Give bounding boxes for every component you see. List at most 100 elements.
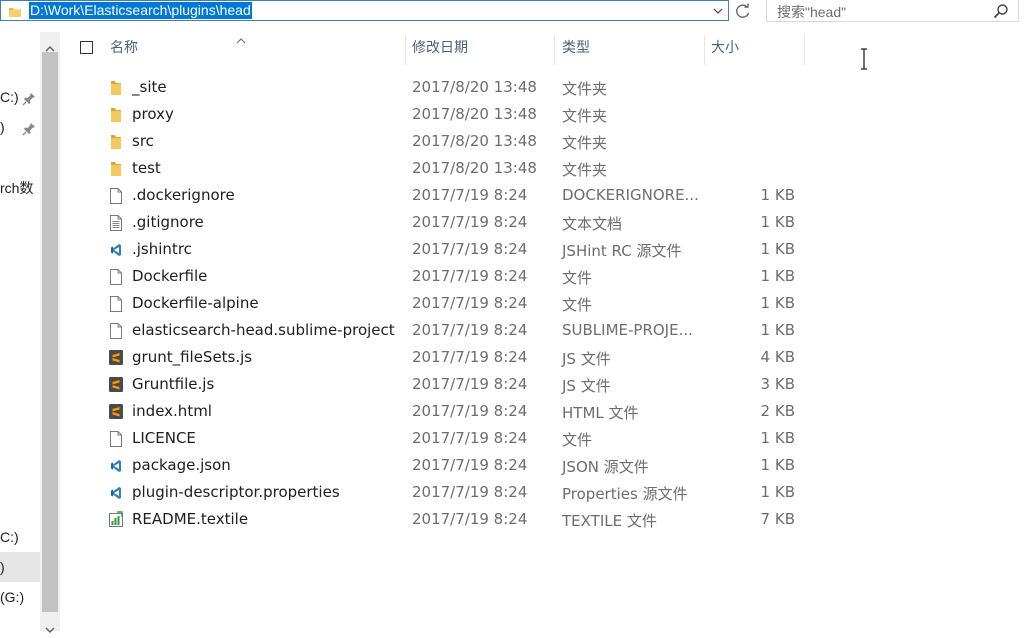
nav-selection-highlight [0, 552, 40, 582]
file-name: plugin-descriptor.properties [132, 483, 340, 501]
file-row[interactable]: package.json 2017/7/19 8:24 JSON 源文件 1 KB [100, 452, 805, 479]
address-path[interactable]: D:\Work\Elasticsearch\plugins\head [29, 2, 252, 19]
select-all-checkbox[interactable] [80, 41, 93, 54]
scroll-down-icon[interactable] [45, 619, 55, 638]
file-file-icon [108, 322, 124, 340]
file-date: 2017/7/19 8:24 [412, 240, 528, 258]
file-file-icon [108, 268, 124, 286]
file-size: 7 KB [760, 510, 795, 528]
pin-icon [22, 121, 36, 140]
column-divider[interactable] [554, 35, 555, 65]
search-placeholder: 搜索"head" [777, 4, 847, 20]
chevron-down-icon[interactable] [712, 3, 724, 22]
file-file-icon [108, 295, 124, 313]
textile-file-icon [108, 511, 124, 529]
folder-icon [8, 4, 22, 23]
file-row[interactable]: Gruntfile.js 2017/7/19 8:24 JS 文件 3 KB [100, 371, 805, 398]
file-name: grunt_fileSets.js [132, 348, 253, 366]
refresh-button[interactable] [733, 1, 753, 21]
search-box[interactable]: 搜索"head" [766, 0, 1019, 22]
file-row[interactable]: Dockerfile-alpine 2017/7/19 8:24 文件 1 KB [100, 290, 805, 317]
folder-icon [108, 106, 124, 124]
file-size: 3 KB [760, 375, 795, 393]
column-divider[interactable] [704, 35, 705, 65]
file-row[interactable]: .jshintrc 2017/7/19 8:24 JSHint RC 源文件 1 KB [100, 236, 805, 263]
sublime-file-icon [108, 349, 124, 367]
file-date: 2017/7/19 8:24 [412, 186, 528, 204]
file-type: 文件夹 [562, 107, 608, 125]
file-size: 4 KB [760, 348, 795, 366]
file-type: Properties 源文件 [562, 485, 688, 503]
file-row[interactable]: src 2017/8/20 13:48 文件夹 [100, 128, 805, 155]
file-type: SUBLIME-PROJE... [562, 321, 693, 339]
file-date: 2017/7/19 8:24 [412, 456, 528, 474]
vscode-file-icon [108, 457, 124, 475]
file-type: 文件夹 [562, 134, 608, 152]
file-row[interactable]: _site 2017/8/20 13:48 文件夹 [100, 74, 805, 101]
address-bar[interactable]: D:\Work\Elasticsearch\plugins\head [0, 0, 729, 21]
search-icon[interactable] [993, 3, 1009, 23]
file-date: 2017/7/19 8:24 [412, 510, 528, 528]
file-name: index.html [132, 402, 212, 420]
sublime-file-icon [108, 376, 124, 394]
file-size: 1 KB [760, 213, 795, 231]
file-size: 2 KB [760, 402, 795, 420]
file-type: 文件夹 [562, 80, 608, 98]
file-type: JS 文件 [562, 377, 611, 395]
file-type: HTML 文件 [562, 404, 639, 422]
file-row[interactable]: grunt_fileSets.js 2017/7/19 8:24 JS 文件 4 KB [100, 344, 805, 371]
file-row[interactable]: .dockerignore 2017/7/19 8:24 DOCKERIGNORE.… [100, 182, 805, 209]
file-type: JS 文件 [562, 350, 611, 368]
file-name: README.textile [132, 510, 249, 528]
column-divider[interactable] [405, 35, 406, 65]
nav-item-6[interactable]: (G:) [0, 589, 24, 605]
file-row[interactable]: Dockerfile 2017/7/19 8:24 文件 1 KB [100, 263, 805, 290]
file-name: LICENCE [132, 429, 196, 447]
folder-icon [108, 133, 124, 151]
file-row[interactable]: index.html 2017/7/19 8:24 HTML 文件 2 KB [100, 398, 805, 425]
file-row[interactable]: .gitignore 2017/7/19 8:24 文本文档 1 KB [100, 209, 805, 236]
file-type: 文件 [562, 269, 593, 287]
file-name: elasticsearch-head.sublime-project [132, 321, 395, 339]
file-row[interactable]: plugin-descriptor.properties 2017/7/19 8:… [100, 479, 805, 506]
scrollbar-thumb[interactable] [42, 52, 58, 612]
column-header-size[interactable]: 大小 [711, 35, 739, 65]
file-date: 2017/7/19 8:24 [412, 348, 528, 366]
file-type: 文件夹 [562, 161, 608, 179]
column-header-type[interactable]: 类型 [562, 35, 590, 65]
column-divider[interactable] [804, 35, 805, 65]
file-row[interactable]: LICENCE 2017/7/19 8:24 文件 1 KB [100, 425, 805, 452]
text-file-icon [108, 214, 124, 232]
nav-item-4[interactable]: C:) [0, 529, 19, 545]
file-size: 1 KB [760, 186, 795, 204]
folder-icon [108, 79, 124, 97]
nav-item-3[interactable]: rch数 [0, 178, 33, 198]
file-date: 2017/7/19 8:24 [412, 483, 528, 501]
file-size: 1 KB [760, 429, 795, 447]
nav-scrollbar[interactable] [40, 32, 60, 633]
file-date: 2017/7/19 8:24 [412, 213, 528, 231]
file-type: JSHint RC 源文件 [562, 242, 682, 260]
nav-item-5[interactable]: ) [0, 559, 5, 575]
column-header-name[interactable]: 名称 [110, 35, 138, 65]
file-size: 1 KB [760, 456, 795, 474]
nav-item-1[interactable]: C:) [0, 89, 19, 105]
file-row[interactable]: test 2017/8/20 13:48 文件夹 [100, 155, 805, 182]
column-header-date[interactable]: 修改日期 [412, 35, 468, 65]
file-size: 1 KB [760, 294, 795, 312]
file-size: 1 KB [760, 321, 795, 339]
nav-item-2[interactable]: ) [0, 119, 5, 135]
file-row[interactable]: README.textile 2017/7/19 8:24 TEXTILE 文件 7 … [100, 506, 805, 533]
file-date: 2017/8/20 13:48 [412, 78, 537, 96]
file-name: Dockerfile [132, 267, 208, 285]
file-type: JSON 源文件 [562, 458, 649, 476]
file-size: 1 KB [760, 483, 795, 501]
file-type: DOCKERIGNORE... [562, 186, 699, 204]
folder-icon [108, 160, 124, 178]
file-row[interactable]: proxy 2017/8/20 13:48 文件夹 [100, 101, 805, 128]
file-row[interactable]: elasticsearch-head.sublime-project 2017/7… [100, 317, 805, 344]
file-date: 2017/7/19 8:24 [412, 402, 528, 420]
file-name: .jshintrc [132, 240, 192, 258]
sort-ascending-icon [235, 30, 247, 49]
file-file-icon [108, 187, 124, 205]
